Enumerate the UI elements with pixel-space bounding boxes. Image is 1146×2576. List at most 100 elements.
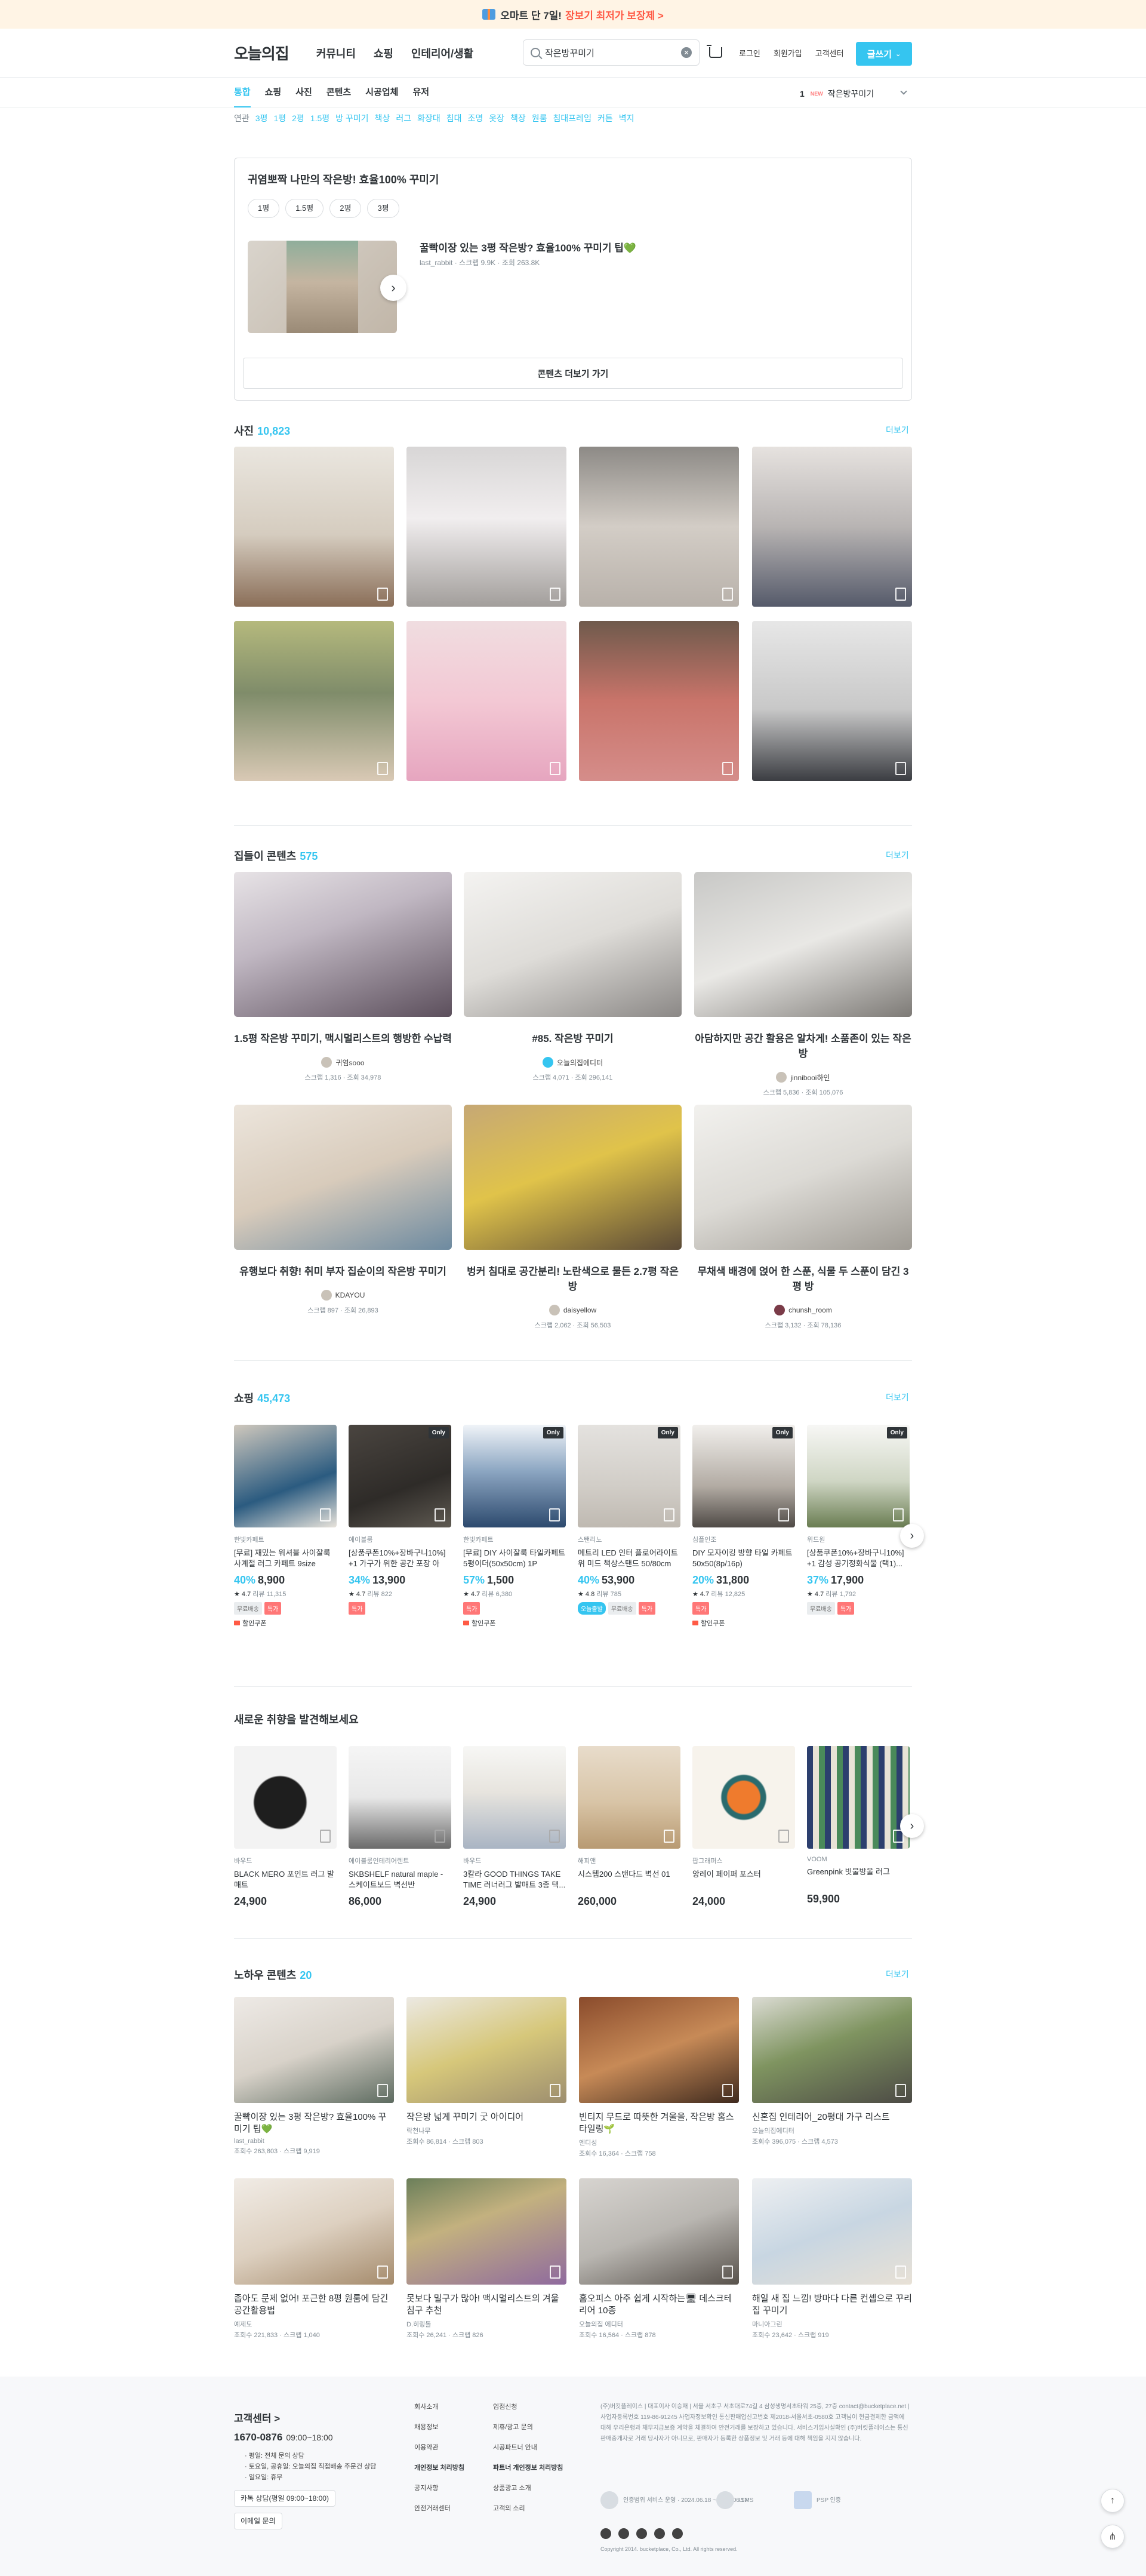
product-card[interactable]: Only 에이블룸 [상품쿠폰10%+장바구니10%] +1 가구가 위한 공간… — [349, 1425, 451, 1615]
related-keyword[interactable]: 방 꾸미기 — [335, 112, 368, 124]
knowhow-card-title[interactable]: 좁아도 문제 없어! 포근한 8평 원룸에 담긴 공간활용법 — [234, 2293, 394, 2317]
chip[interactable]: 3평 — [367, 199, 399, 218]
knowhow-image[interactable] — [752, 1997, 912, 2103]
knowhow-card[interactable]: 꿀빡이장 있는 3평 작은방? 효율100% 꾸미기 팁💚 last_rabbi… — [234, 1997, 394, 2156]
housewarming-card[interactable]: 아담하지만 공간 활용은 알차게! 소품존이 있는 작은 방 jinnibooi… — [694, 872, 912, 1097]
knowhow-image[interactable] — [579, 1997, 739, 2103]
housewarming-card-title[interactable]: 유행보다 취향! 취미 부자 집순이의 작은방 꾸미기 — [234, 1263, 452, 1278]
housewarming-card-user[interactable]: 오늘의집에디터 — [464, 1057, 682, 1068]
footer-link[interactable]: 개인정보 처리방침 — [414, 2458, 464, 2478]
share-button[interactable]: ⋔ — [1101, 2525, 1125, 2549]
related-keyword[interactable]: 원룸 — [532, 112, 547, 124]
kakao-chat-button[interactable]: 카톡 상담(평일 09:00~18:00) — [234, 2490, 335, 2507]
knowhow-card[interactable]: 신혼집 인테리어_20평대 가구 리스트 오늘의집에디터 조회수 396,075… — [752, 1997, 912, 2146]
footer-link[interactable]: 고객의 소리 — [493, 2498, 563, 2519]
related-keyword[interactable]: 벽지 — [619, 112, 634, 124]
related-keyword[interactable]: 옷장 — [489, 112, 504, 124]
related-keyword[interactable]: 침대 — [446, 112, 462, 124]
bookmark-icon[interactable] — [435, 1830, 445, 1843]
bookmark-icon[interactable] — [550, 762, 560, 775]
footer-link[interactable]: 파트너 개인정보 처리방침 — [493, 2458, 563, 2478]
housewarming-image[interactable] — [694, 872, 912, 1017]
shopping-more-link[interactable]: 더보기 — [886, 1391, 909, 1403]
featured-item-title[interactable]: 꿀빡이장 있는 3평 작은방? 효율100% 꾸미기 팁💚 — [420, 239, 636, 254]
login-link[interactable]: 로그인 — [739, 47, 760, 59]
product-image[interactable]: Only — [578, 1425, 680, 1527]
bookmark-icon[interactable] — [550, 588, 560, 601]
housewarming-card[interactable]: 무채색 배경에 얹어 한 스푼, 식물 두 스푼이 담긴 3평 방 chunsh… — [694, 1105, 912, 1330]
chip[interactable]: 1평 — [248, 199, 280, 218]
footer-link[interactable]: 입점신청 — [493, 2397, 563, 2417]
knowhow-card-title[interactable]: 홈오피스 아주 쉽게 시작하는🖥 데스크테리어 10종 — [579, 2293, 739, 2317]
discover-next-button[interactable]: › — [900, 1814, 924, 1838]
product-image[interactable] — [349, 1746, 451, 1849]
product-image[interactable] — [578, 1746, 680, 1849]
related-keyword[interactable]: 커튼 — [597, 112, 613, 124]
discover-card[interactable]: 팝그래퍼스 앙레이 페이퍼 포스터 24,000 — [692, 1746, 795, 1908]
photo-item[interactable] — [579, 447, 739, 607]
photo-item[interactable] — [752, 621, 912, 781]
trending-keyword[interactable]: 1 NEW 작은방꾸미기 — [800, 88, 907, 100]
cart-icon[interactable] — [707, 45, 722, 58]
photo-item[interactable] — [234, 621, 394, 781]
scroll-top-button[interactable]: ↑ — [1101, 2489, 1125, 2513]
discover-card[interactable]: 바우드 BLACK MERO 포인트 러그 발 매트 24,900 — [234, 1746, 337, 1908]
knowhow-card[interactable]: 작은방 넓게 꾸미기 굿 아이디어 락천나무 조회수 86,814 · 스크랩 … — [406, 1997, 566, 2146]
product-name[interactable]: [상품쿠폰10%+장바구니10%] +1 가구가 위한 공간 포장 아이... — [349, 1548, 451, 1569]
footer-link[interactable]: 제휴/광고 문의 — [493, 2417, 563, 2437]
product-name[interactable]: Greenpink 빗물방울 러그 — [807, 1867, 910, 1888]
menu-community[interactable]: 커뮤니티 — [316, 48, 356, 60]
featured-thumbnail[interactable] — [248, 241, 397, 333]
tab-photo[interactable]: 사진 — [295, 78, 312, 107]
bookmark-icon[interactable] — [778, 1830, 789, 1843]
housewarming-card-user[interactable]: chunsh_room — [694, 1305, 912, 1315]
product-name[interactable]: 메트리 LED 인터 플로어라이트 위 미드 책상스탠드 50/80cm — [578, 1548, 680, 1569]
housewarming-card[interactable]: 유행보다 취향! 취미 부자 집순이의 작은방 꾸미기 KDAYOU 스크랩 8… — [234, 1105, 452, 1315]
bookmark-icon[interactable] — [550, 2084, 560, 2097]
menu-shopping[interactable]: 쇼핑 — [374, 48, 393, 60]
bookmark-icon[interactable] — [664, 1830, 674, 1843]
photo-item[interactable] — [406, 447, 566, 607]
bookmark-icon[interactable] — [550, 2265, 560, 2279]
instagram-icon[interactable] — [618, 2528, 629, 2539]
knowhow-image[interactable] — [234, 1997, 394, 2103]
bookmark-icon[interactable] — [320, 1508, 331, 1521]
footer-link[interactable]: 안전거래센터 — [414, 2498, 464, 2519]
bookmark-icon[interactable] — [377, 2084, 388, 2097]
housewarming-card-title[interactable]: 무채색 배경에 얹어 한 스푼, 식물 두 스푼이 담긴 3평 방 — [694, 1263, 912, 1293]
youtube-icon[interactable] — [600, 2528, 611, 2539]
product-card[interactable]: 한빛카페트 [무료] 재밌는 워셔블 사이잘룩 사계절 러그 카페트 9size… — [234, 1425, 337, 1628]
related-keyword[interactable]: 침대프레임 — [553, 112, 592, 124]
promo-accent-link[interactable]: 장보기 최저가 보장제 > — [565, 7, 664, 22]
housewarming-card-title[interactable]: 1.5평 작은방 꾸미기, 맥시멀리스트의 행방한 수납력 — [234, 1030, 452, 1045]
chevron-right-icon[interactable]: › — [380, 275, 406, 301]
housewarming-card-user[interactable]: KDAYOU — [234, 1290, 452, 1301]
naver-blog-icon[interactable] — [654, 2528, 665, 2539]
product-name[interactable]: SKBSHELF natural maple - 스케이트보드 벽선반 — [349, 1869, 451, 1890]
knowhow-card[interactable]: 홈오피스 아주 쉽게 시작하는🖥 데스크테리어 10종 오늘의집 에디터 조회수… — [579, 2178, 739, 2340]
housewarming-image[interactable] — [234, 1105, 452, 1250]
email-inquiry-button[interactable]: 이메일 문의 — [234, 2513, 282, 2529]
footer-link[interactable]: 채용정보 — [414, 2417, 464, 2437]
customer-center-link[interactable]: 고객센터 — [815, 47, 844, 59]
knowhow-card-title[interactable]: 작은방 넓게 꾸미기 굿 아이디어 — [406, 2111, 566, 2123]
bookmark-icon[interactable] — [722, 762, 733, 775]
bookmark-icon[interactable] — [722, 2084, 733, 2097]
housewarming-card-user[interactable]: 귀염sooo — [234, 1057, 452, 1068]
discover-card[interactable]: 바우드 3칼라 GOOD THINGS TAKE TIME 러너러그 발매트 3… — [463, 1746, 566, 1908]
product-card[interactable]: Only 한빛카페트 [무료] DIY 사이잘룩 타일카페트 5평이더(50x5… — [463, 1425, 566, 1628]
knowhow-image[interactable] — [752, 2178, 912, 2285]
housewarming-image[interactable] — [694, 1105, 912, 1250]
photo-item[interactable] — [752, 447, 912, 607]
knowhow-card-title[interactable]: 꿀빡이장 있는 3평 작은방? 효율100% 꾸미기 팁💚 — [234, 2111, 394, 2135]
knowhow-image[interactable] — [406, 2178, 566, 2285]
bookmark-icon[interactable] — [377, 588, 388, 601]
housewarming-card[interactable]: 벙커 침대로 공간분리! 노란색으로 물든 2.7평 작은방 daisyello… — [464, 1105, 682, 1330]
knowhow-more-link[interactable]: 더보기 — [886, 1968, 909, 1980]
bookmark-icon[interactable] — [320, 1830, 331, 1843]
write-button[interactable]: 글쓰기 ⌄ — [856, 42, 912, 66]
knowhow-image[interactable] — [234, 2178, 394, 2285]
chip[interactable]: 1.5평 — [285, 199, 324, 218]
footer-link[interactable]: 이용약관 — [414, 2437, 464, 2458]
housewarming-card-title[interactable]: #85. 작은방 꾸미기 — [464, 1030, 682, 1045]
